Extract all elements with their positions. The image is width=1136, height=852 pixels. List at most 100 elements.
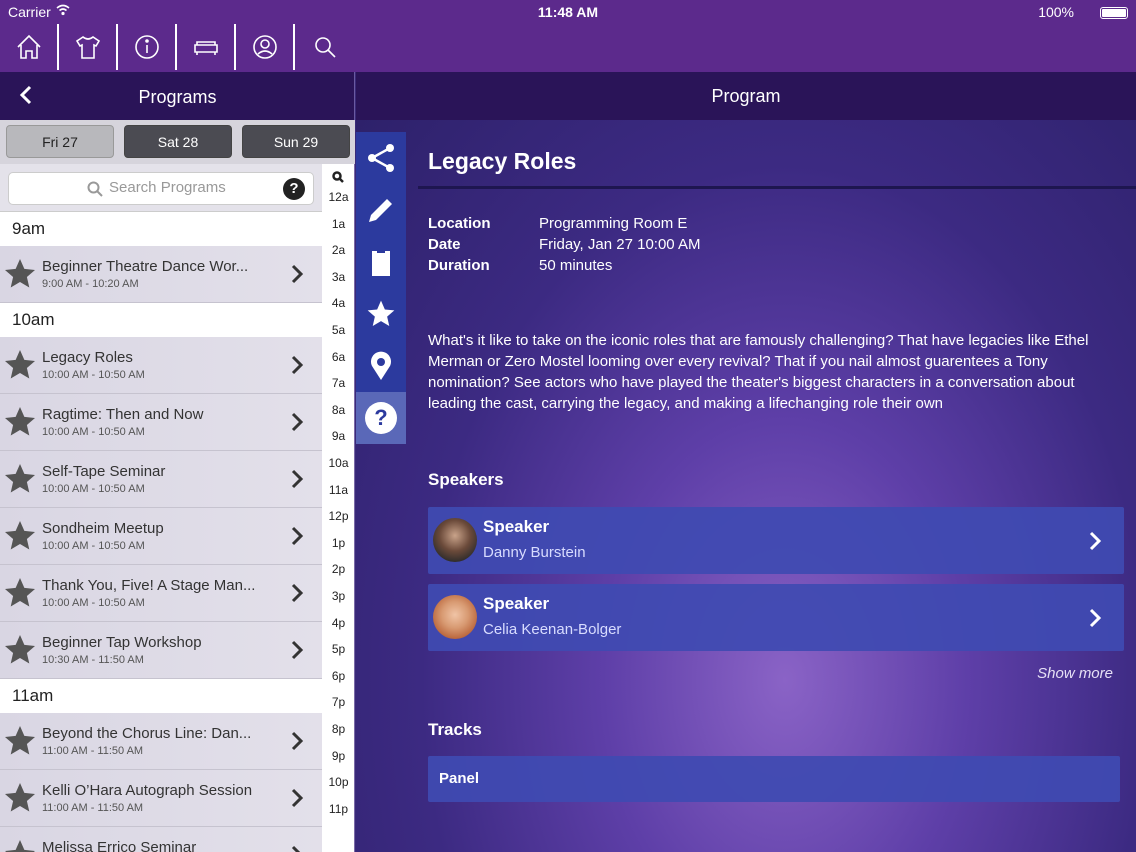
hour-index-item[interactable]: 3p (322, 589, 355, 603)
tab-day-fri[interactable]: Fri 27 (6, 125, 114, 158)
show-more-link[interactable]: Show more (1037, 665, 1113, 682)
item-time: 11:00 AM - 11:50 AM (42, 802, 144, 814)
share-icon (368, 144, 394, 172)
nav-lounge-button[interactable] (177, 24, 236, 70)
list-item[interactable]: Sondheim Meetup 10:00 AM - 10:50 AM (0, 508, 322, 565)
chevron-right-icon (1088, 607, 1102, 629)
hour-index-item[interactable]: 9a (322, 429, 355, 443)
nav-profile-button[interactable] (236, 24, 295, 70)
hour-index-item[interactable]: 2a (322, 243, 355, 257)
programs-header: Programs (0, 72, 355, 120)
hour-index[interactable]: 12a 1a 2a 3a 4a 5a 6a 7a 8a 9a 10a 11a 12p 1p 2p 3p 4p 5p… (322, 164, 355, 852)
program-detail-pane: Program ? Legacy Roles Location Programm… (356, 72, 1136, 852)
hour-index-item[interactable]: 11a (322, 483, 355, 497)
list-item[interactable]: Self-Tape Seminar 10:00 AM - 10:50 AM (0, 451, 322, 508)
hour-index-item[interactable]: 9p (322, 749, 355, 763)
nav-merch-button[interactable] (59, 24, 118, 70)
hour-index-item[interactable]: 12p (322, 509, 355, 523)
hour-index-item[interactable]: 8a (322, 403, 355, 417)
star-icon[interactable] (2, 347, 38, 383)
chevron-right-icon (290, 845, 304, 852)
nav-info-button[interactable] (118, 24, 177, 70)
hour-index-item[interactable]: 1a (322, 217, 355, 231)
edit-button[interactable] (356, 184, 406, 236)
hour-index-item[interactable]: 1p (322, 536, 355, 550)
hour-index-item[interactable]: 4a (322, 296, 355, 310)
nav-search-button[interactable] (295, 24, 354, 70)
hour-index-item[interactable]: 3a (322, 270, 355, 284)
speaker-role: Speaker (483, 517, 550, 536)
list-item[interactable]: Ragtime: Then and Now 10:00 AM - 10:50 A… (0, 394, 322, 451)
list-item[interactable]: Beginner Tap Workshop 10:30 AM - 11:50 A… (0, 622, 322, 679)
item-time: 10:00 AM - 10:50 AM (42, 483, 145, 495)
star-icon[interactable] (2, 461, 38, 497)
star-icon[interactable] (2, 256, 38, 292)
hour-index-item[interactable]: 2p (322, 562, 355, 576)
hour-index-item[interactable]: 10p (322, 775, 355, 789)
location-button[interactable] (356, 340, 406, 392)
item-title: Kelli O’Hara Autograph Session (42, 782, 253, 799)
star-icon[interactable] (2, 632, 38, 668)
location-icon (371, 351, 391, 380)
chevron-right-icon (290, 412, 304, 432)
hour-index-item[interactable]: 5p (322, 642, 355, 656)
hour-index-item[interactable]: 7p (322, 695, 355, 709)
item-time: 9:00 AM - 10:20 AM (42, 278, 139, 290)
time-group-header: 11am (0, 679, 322, 713)
star-icon (367, 300, 395, 326)
search-input[interactable] (109, 179, 269, 196)
hour-index-item[interactable]: 12a (322, 190, 355, 204)
speakers-heading: Speakers (428, 470, 504, 489)
tab-day-sun[interactable]: Sun 29 (242, 125, 350, 158)
favorite-button[interactable] (356, 288, 406, 340)
detail-value: Programming Room E (539, 215, 688, 232)
list-item[interactable]: Melissa Errico Seminar (0, 827, 322, 852)
hour-index-item[interactable]: 5a (322, 323, 355, 337)
speaker-row[interactable]: Speaker Danny Burstein (428, 507, 1124, 574)
chevron-right-icon (290, 469, 304, 489)
hour-index-item[interactable]: 6a (322, 350, 355, 364)
avatar (433, 595, 477, 639)
star-icon[interactable] (2, 723, 38, 759)
help-button[interactable]: ? (356, 392, 406, 444)
chevron-right-icon (290, 355, 304, 375)
program-header: Program (356, 72, 1136, 120)
hour-index-item[interactable]: 6p (322, 669, 355, 683)
day-tabs: Fri 27 Sat 28 Sun 29 (0, 120, 355, 164)
list-item[interactable]: Legacy Roles 10:00 AM - 10:50 AM (0, 337, 322, 394)
list-item[interactable]: Kelli O’Hara Autograph Session 11:00 AM … (0, 770, 322, 827)
top-bar: Carrier 11:48 AM 100% (0, 0, 1136, 72)
hour-index-item[interactable]: 11p (322, 802, 355, 816)
search-icon[interactable] (332, 170, 344, 183)
track-item[interactable]: Panel (428, 756, 1120, 802)
share-button[interactable] (356, 132, 406, 184)
tab-day-sat[interactable]: Sat 28 (124, 125, 232, 158)
hour-index-item[interactable]: 10a (322, 456, 355, 470)
search-help-button[interactable]: ? (283, 178, 305, 200)
app-window: Carrier 11:48 AM 100% Programs Fri 27 Sa… (0, 0, 1136, 852)
star-icon[interactable] (2, 780, 38, 816)
star-icon[interactable] (2, 518, 38, 554)
hour-index-item[interactable]: 8p (322, 722, 355, 736)
speaker-row[interactable]: Speaker Celia Keenan-Bolger (428, 584, 1124, 651)
home-icon (16, 34, 41, 59)
list-item[interactable]: Beginner Theatre Dance Wor... 9:00 AM - … (0, 246, 322, 303)
help-icon: ? (365, 402, 397, 434)
hour-index-item[interactable]: 4p (322, 616, 355, 630)
programs-title: Programs (138, 87, 217, 107)
item-title: Self-Tape Seminar (42, 463, 166, 480)
star-icon[interactable] (2, 837, 38, 852)
item-time: 10:00 AM - 10:50 AM (42, 597, 145, 609)
avatar (433, 518, 477, 562)
hour-index-item[interactable]: 7a (322, 376, 355, 390)
time-group-header: 9am (0, 212, 322, 246)
detail-value: 50 minutes (539, 257, 613, 274)
item-time: 10:00 AM - 10:50 AM (42, 369, 145, 381)
clipboard-button[interactable] (356, 236, 406, 288)
list-item[interactable]: Thank You, Five! A Stage Man... 10:00 AM… (0, 565, 322, 622)
star-icon[interactable] (2, 404, 38, 440)
nav-home-button[interactable] (0, 24, 59, 70)
star-icon[interactable] (2, 575, 38, 611)
item-time: 10:00 AM - 10:50 AM (42, 540, 145, 552)
list-item[interactable]: Beyond the Chorus Line: Dan... 11:00 AM … (0, 713, 322, 770)
